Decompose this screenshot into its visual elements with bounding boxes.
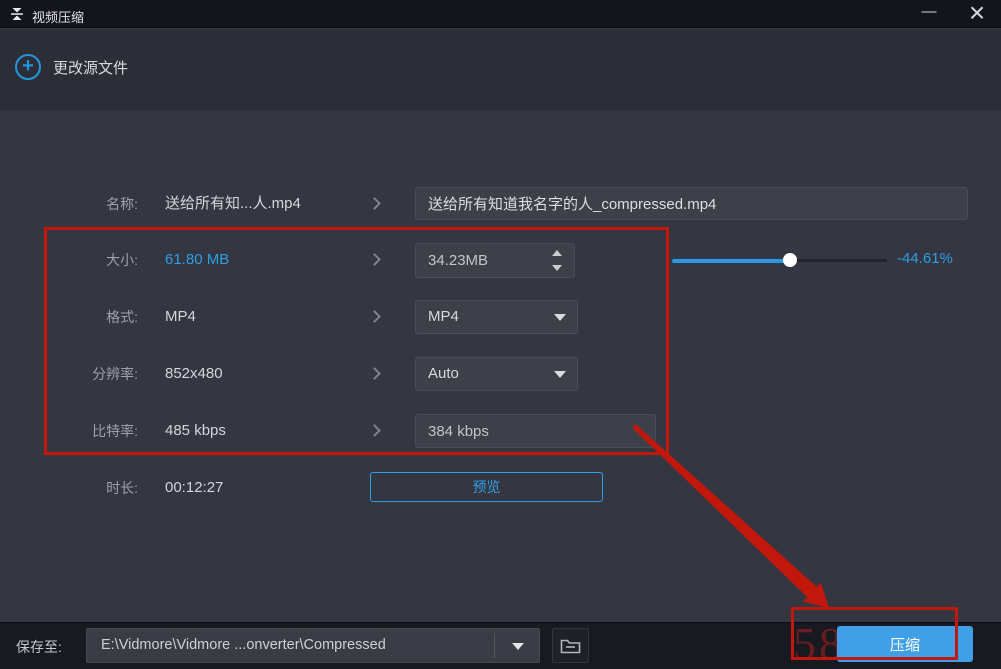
target-bitrate-input[interactable] [415,414,656,448]
footer: 保存至: E:\Vidmore\Vidmore ...onverter\Comp… [0,622,1001,669]
stepper-down-icon[interactable] [547,260,567,276]
add-icon: + [15,54,41,80]
target-size-stepper[interactable]: 34.23MB [415,243,575,278]
divider [494,633,495,658]
resolution-value: 852x480 [165,364,223,384]
chevron-right-icon [368,253,381,266]
open-folder-button[interactable] [552,628,589,663]
format-label: 格式: [60,307,138,327]
stepper-up-icon[interactable] [547,245,567,261]
bitrate-value: 485 kbps [165,421,226,441]
format-dropdown-value: MP4 [428,301,459,333]
output-name-input[interactable] [415,187,968,220]
compress-button[interactable]: 压缩 [837,626,973,662]
duration-label: 时长: [60,478,138,498]
chevron-right-icon [368,367,381,380]
change-source-button[interactable]: + 更改源文件 [15,47,128,87]
save-path-combobox[interactable]: E:\Vidmore\Vidmore ...onverter\Compresse… [86,628,540,663]
name-value: 送给所有知...人.mp4 [165,194,301,214]
caret-down-icon [554,371,566,378]
format-value: MP4 [165,307,196,327]
duration-value: 00:12:27 [165,478,223,498]
slider-thumb[interactable] [783,253,797,267]
preview-button[interactable]: 预览 [370,472,603,502]
save-to-label: 保存至: [16,637,62,657]
slider-fill [672,259,790,263]
reduction-percent: -44.61% [897,250,953,267]
window-title: 视频压缩 [32,7,84,26]
folder-icon [560,637,581,654]
resolution-dropdown[interactable]: Auto [415,357,578,391]
caret-down-icon [554,314,566,321]
target-size-value: 34.23MB [428,244,488,277]
close-button[interactable]: × [953,0,1001,28]
save-path-value: E:\Vidmore\Vidmore ...onverter\Compresse… [101,629,486,662]
bitrate-label: 比特率: [60,421,138,441]
format-dropdown[interactable]: MP4 [415,300,578,334]
titlebar: 视频压缩 — × [0,0,1001,28]
chevron-right-icon [368,197,381,210]
minimize-button[interactable]: — [905,0,953,28]
change-source-label: 更改源文件 [53,57,128,78]
size-slider[interactable] [672,251,887,269]
header: + 更改源文件 [0,29,1001,110]
size-value: 61.80 MB [165,250,229,270]
name-label: 名称: [60,194,138,214]
resolution-label: 分辨率: [60,364,138,384]
chevron-right-icon [368,310,381,323]
resolution-dropdown-value: Auto [428,358,459,390]
size-label: 大小: [60,250,138,270]
compress-icon [9,6,25,22]
video-compress-window: 视频压缩 — × + 更改源文件 名称: 送给所有知...人.mp4 大小: 6… [0,0,1001,669]
caret-down-icon [512,643,524,650]
chevron-right-icon [368,424,381,437]
